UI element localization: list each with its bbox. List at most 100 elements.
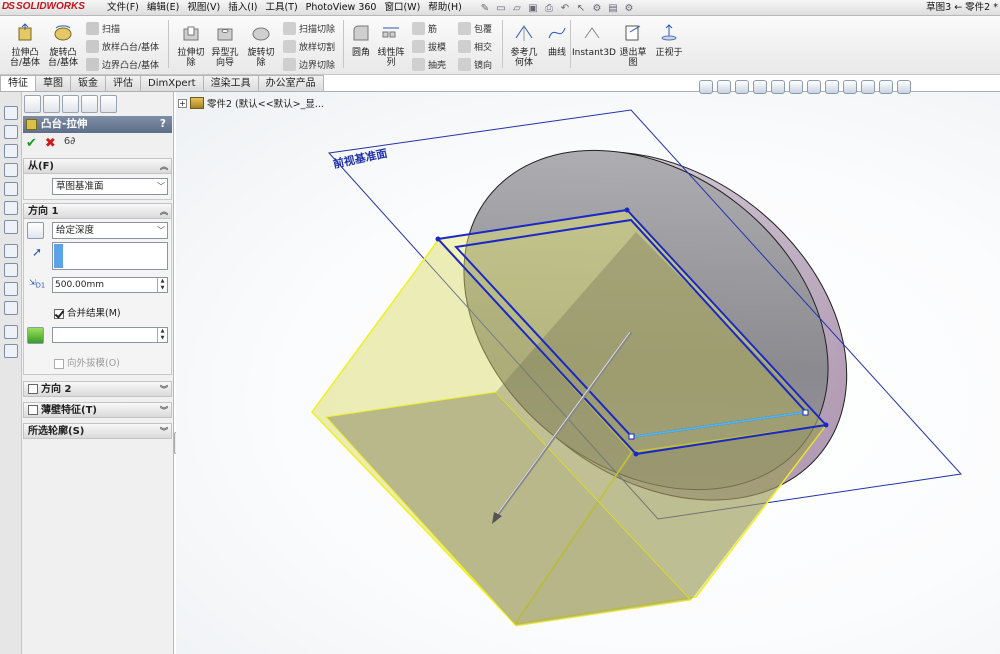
extrude-boss-button[interactable]: 拉伸凸 台/基体 xyxy=(4,20,46,74)
box-icon[interactable] xyxy=(3,182,18,196)
pm-title-bar: 凸台-拉伸 ? xyxy=(23,116,172,133)
boundary-boss-button[interactable]: 边界凸台/基体 xyxy=(86,56,159,73)
menu-edit[interactable]: 编辑(E) xyxy=(143,0,183,16)
trim-icon[interactable] xyxy=(3,301,18,315)
rebuild-icon[interactable]: ⚙ xyxy=(590,1,604,15)
instant3d-button[interactable]: Instant3D xyxy=(572,20,616,74)
feature-manager-tab[interactable] xyxy=(24,95,41,113)
loft-boss-button[interactable]: 放样凸台/基体 xyxy=(86,38,159,55)
draft-icon xyxy=(412,40,425,53)
layer-icon[interactable] xyxy=(3,325,18,339)
revolve-boss-button[interactable]: 旋转凸 台/基体 xyxy=(42,20,84,74)
save-icon[interactable]: ▣ xyxy=(526,1,540,15)
tab-render-tools[interactable]: 渲染工具 xyxy=(202,75,259,91)
menu-window[interactable]: 窗口(W) xyxy=(380,0,424,16)
box-icon[interactable] xyxy=(3,144,18,158)
direction-arrow-icon: ➚ xyxy=(32,245,43,259)
display-manager-tab[interactable] xyxy=(100,95,117,113)
ok-button[interactable]: ✔ xyxy=(26,136,37,155)
file-properties-icon[interactable]: ▤ xyxy=(606,1,620,15)
box-icon[interactable] xyxy=(3,125,18,139)
from-group-header[interactable]: 从(F) ︽ xyxy=(23,158,172,174)
merge-result-checkbox[interactable]: 合并结果(M) xyxy=(54,305,121,319)
swept-cut-button[interactable]: 扫描切除 xyxy=(283,20,335,37)
direction1-group-header[interactable]: 方向 1 ︽ xyxy=(23,203,172,219)
boundary-cut-button[interactable]: 边界切除 xyxy=(283,56,335,73)
solidworks-logo[interactable]: DS SOLIDWORKS xyxy=(2,1,94,15)
direction-selection-box[interactable] xyxy=(52,242,168,270)
tab-sheet-metal[interactable]: 钣金 xyxy=(70,75,106,91)
toolbar-separator xyxy=(570,20,571,68)
menu-file[interactable]: 文件(F) xyxy=(103,0,143,16)
graphics-area[interactable]: + 零件2 (默认<<默认>_显... 前视基准面 xyxy=(176,80,1000,654)
from-dropdown[interactable]: 草图基准面 ﹀ xyxy=(52,178,168,195)
print-icon[interactable]: ⎙ xyxy=(542,1,556,15)
tab-sketch[interactable]: 草图 xyxy=(35,75,71,91)
menu-insert[interactable]: 插入(I) xyxy=(224,0,261,16)
end-condition-dropdown[interactable]: 给定深度 ﹀ xyxy=(52,222,168,239)
pin-icon[interactable]: ✎ xyxy=(478,1,492,15)
layer-icon[interactable] xyxy=(3,344,18,358)
thin-feature-group-header[interactable]: 薄壁特征(T) ︾ xyxy=(23,402,172,418)
direction2-group-header[interactable]: 方向 2 ︾ xyxy=(23,381,172,397)
box-icon[interactable] xyxy=(3,163,18,177)
detail-preview-button[interactable]: 6∂ xyxy=(64,136,76,155)
menu-bar: DS SOLIDWORKS 文件(F) 编辑(E) 视图(V) 插入(I) 工具(… xyxy=(0,0,1000,16)
curves-icon xyxy=(548,27,566,39)
rib-button[interactable]: 筋 xyxy=(412,20,437,37)
revolve-cut-button[interactable]: 旋转切 除 xyxy=(240,20,282,74)
draft-outward-checkbox[interactable]: 向外拔模(O) xyxy=(54,355,120,369)
chevron-down-icon: ﹀ xyxy=(157,182,165,191)
help-icon[interactable]: ? xyxy=(160,116,166,133)
line-icon[interactable] xyxy=(3,244,18,258)
mirror-button[interactable]: 镜向 xyxy=(458,56,492,73)
box-icon[interactable] xyxy=(3,106,18,120)
box-icon[interactable] xyxy=(3,220,18,234)
spin-arrows-icon[interactable]: ▲ ▼ xyxy=(157,278,167,292)
options-icon[interactable]: ⚙ xyxy=(622,1,636,15)
select-icon[interactable]: ↖ xyxy=(574,1,588,15)
spin-arrows-icon[interactable]: ▲ ▼ xyxy=(157,328,167,342)
dimension-icon[interactable] xyxy=(3,282,18,296)
document-title: 草图3 ← 零件2 * xyxy=(926,2,998,13)
feature-scope-icon[interactable] xyxy=(27,327,44,344)
tab-dimxpert[interactable]: DimXpert xyxy=(140,75,204,91)
undo-icon[interactable]: ↶ xyxy=(558,1,572,15)
tab-office-products[interactable]: 办公室产品 xyxy=(257,75,324,91)
lofted-cut-button[interactable]: 放样切割 xyxy=(283,38,335,55)
extrude-boss-icon xyxy=(18,23,32,41)
configuration-manager-tab[interactable] xyxy=(62,95,79,113)
toolbar-separator xyxy=(168,20,169,68)
tab-features[interactable]: 特征 xyxy=(0,75,36,91)
menu-tools[interactable]: 工具(T) xyxy=(261,0,301,16)
menu-view[interactable]: 视图(V) xyxy=(183,0,224,16)
reverse-direction-icon[interactable] xyxy=(27,222,44,239)
wrap-button[interactable]: 包覆 xyxy=(458,20,492,37)
checkbox-icon[interactable] xyxy=(28,384,38,394)
menu-help[interactable]: 帮助(H) xyxy=(424,0,466,16)
box-icon[interactable] xyxy=(3,201,18,215)
checkbox-icon[interactable] xyxy=(28,405,38,415)
sketch-point[interactable] xyxy=(802,409,809,416)
chevron-down-icon: ﹀ xyxy=(157,226,165,235)
feature-scope-input[interactable]: ▲ ▼ xyxy=(52,327,168,343)
tab-evaluate[interactable]: 评估 xyxy=(105,75,141,91)
open-icon[interactable]: ▱ xyxy=(510,1,524,15)
sketch-vertex xyxy=(823,422,829,428)
sketch-point[interactable] xyxy=(628,433,635,440)
relation-icon[interactable] xyxy=(3,263,18,277)
draft-button[interactable]: 拔模 xyxy=(412,38,446,55)
boundary-cut-icon xyxy=(283,58,296,71)
shell-button[interactable]: 抽壳 xyxy=(412,56,446,73)
normal-to-button[interactable]: 正视于 xyxy=(648,20,690,74)
sweep-button[interactable]: 扫描 xyxy=(86,20,120,37)
selected-contours-group-header[interactable]: 所选轮廓(S) ︾ xyxy=(23,423,172,439)
property-manager-tab[interactable] xyxy=(43,95,60,113)
menu-photoview[interactable]: PhotoView 360 xyxy=(302,0,381,16)
cancel-button[interactable]: ✖ xyxy=(45,136,56,155)
linear-pattern-button[interactable]: 线性阵 列 xyxy=(370,20,412,74)
new-document-icon[interactable]: ▭ xyxy=(494,1,508,15)
intersect-button[interactable]: 相交 xyxy=(458,38,492,55)
depth-input[interactable]: 500.00mm ▲ ▼ xyxy=(52,277,168,293)
dimxpert-manager-tab[interactable] xyxy=(81,95,98,113)
